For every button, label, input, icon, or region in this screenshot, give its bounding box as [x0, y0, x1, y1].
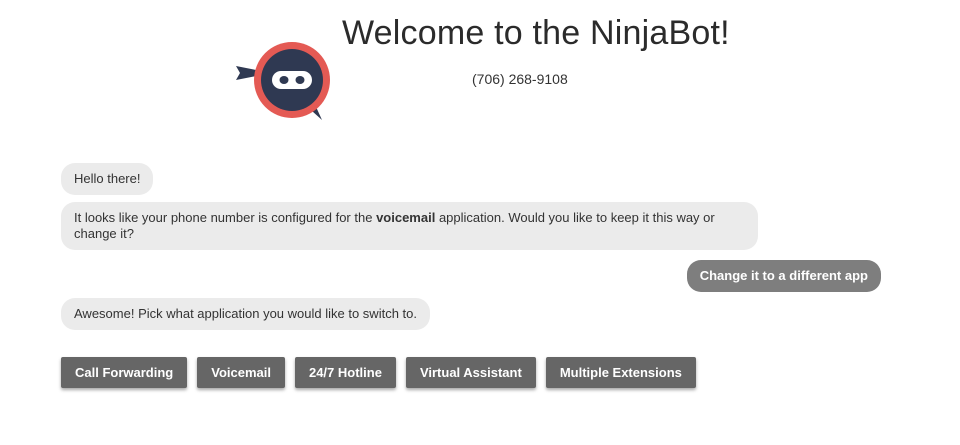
call-forwarding-button[interactable]: Call Forwarding [61, 357, 188, 388]
ninja-chat-logo-icon [236, 42, 330, 120]
bot-message-text-pre: It looks like your phone number is confi… [74, 210, 377, 225]
bot-message-pick-app: Awesome! Pick what application you would… [61, 298, 430, 330]
page-title: Welcome to the NinjaBot! [342, 14, 730, 52]
bot-message-text: Hello there! [74, 171, 141, 186]
hotline-button[interactable]: 24/7 Hotline [294, 357, 396, 388]
bot-message-greeting: Hello there! [61, 163, 154, 195]
user-reply-bubble: Change it to a different app [686, 260, 881, 292]
bot-message-text: Awesome! Pick what application you would… [74, 306, 417, 321]
phone-number: (706) 268-9108 [472, 71, 568, 87]
voicemail-button[interactable]: Voicemail [197, 357, 285, 388]
app-options: Call Forwarding Voicemail 24/7 Hotline V… [61, 357, 696, 388]
virtual-assistant-button[interactable]: Virtual Assistant [405, 357, 536, 388]
user-reply-text: Change it to a different app [699, 268, 868, 283]
bot-message-current-app: It looks like your phone number is confi… [61, 202, 758, 250]
current-app-name: voicemail [376, 210, 436, 225]
ninjabot-page: Welcome to the NinjaBot! (706) 268-9108 … [0, 0, 960, 445]
multiple-extensions-button[interactable]: Multiple Extensions [545, 357, 696, 388]
